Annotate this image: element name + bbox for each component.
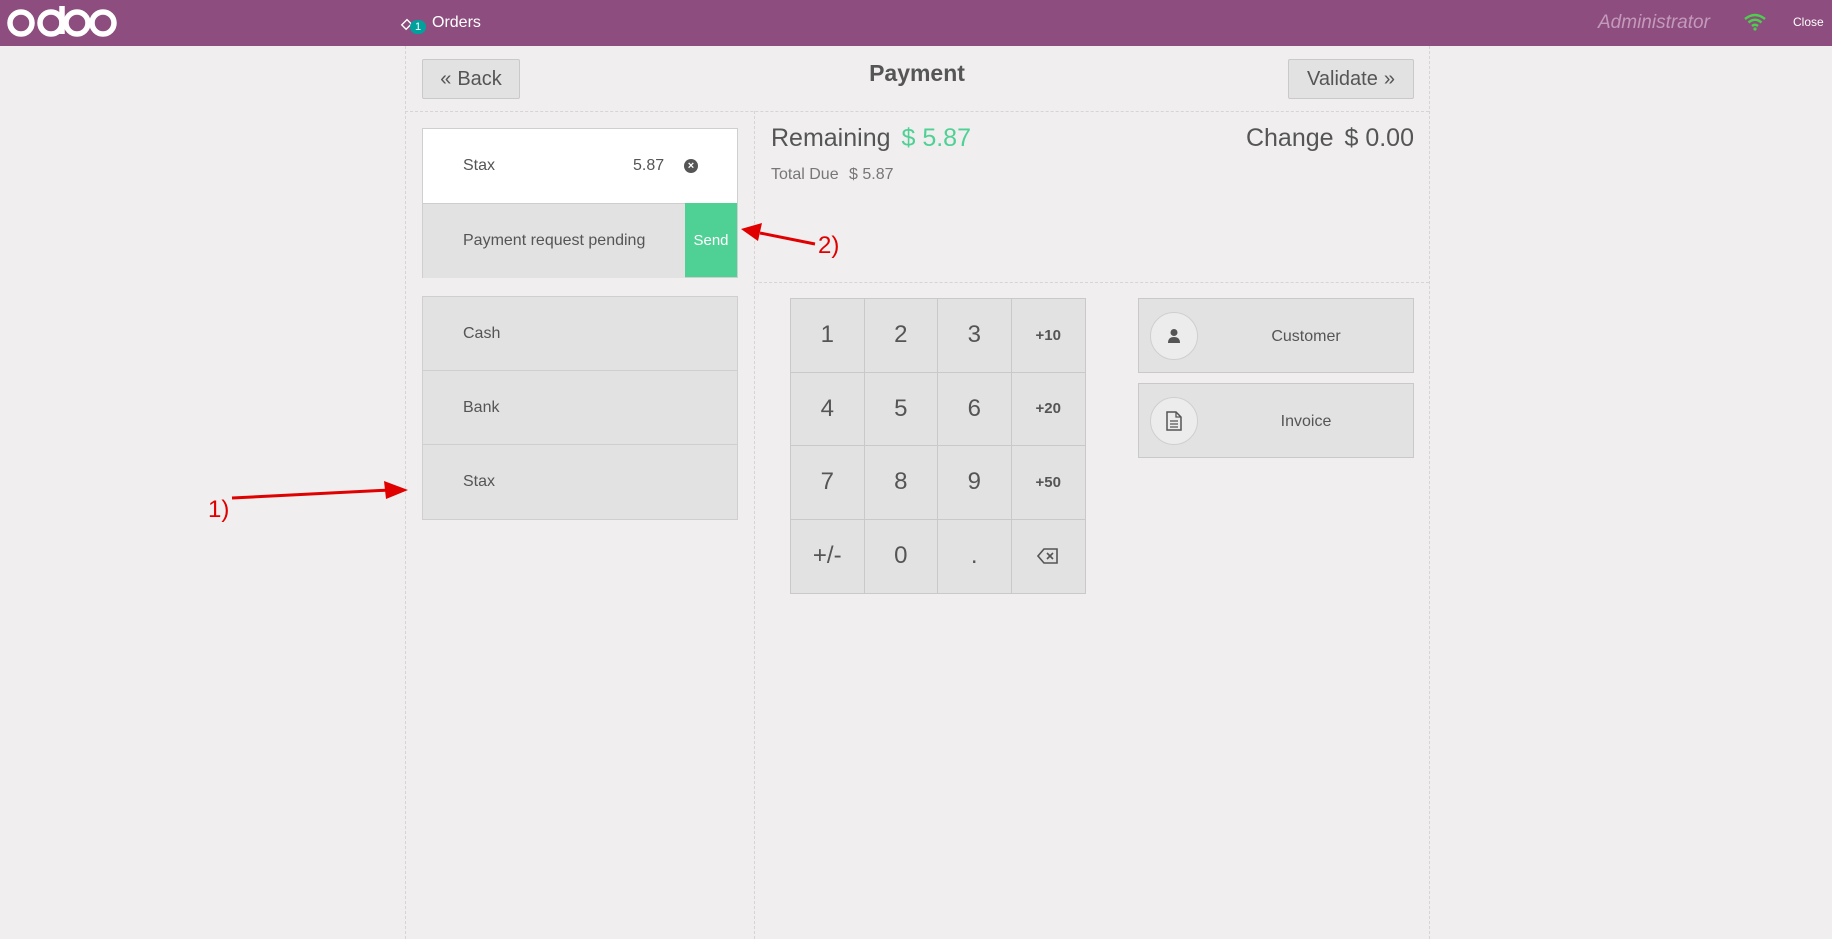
annotation-arrow-1 [231,223,816,500]
annotation-label-2: 2) [818,232,840,259]
annotation-label-1: 1) [208,496,230,523]
